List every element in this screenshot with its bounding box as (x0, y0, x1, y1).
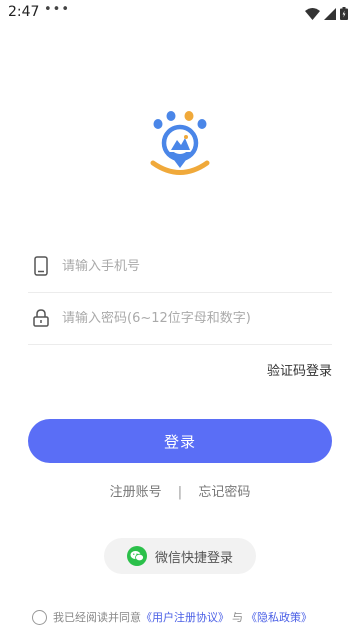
user-agreement-link[interactable]: 《用户注册协议》 (141, 609, 229, 625)
app-logo (148, 110, 212, 180)
account-links: 注册账号 | 忘记密码 (0, 481, 360, 500)
link-separator: | (177, 485, 183, 500)
wifi-icon (305, 5, 320, 24)
agreement-and: 与 (232, 611, 243, 624)
signal-icon (324, 5, 336, 24)
agreement-prefix: 我已经阅读并同意 (53, 611, 141, 624)
battery-icon (340, 5, 348, 24)
register-link[interactable]: 注册账号 (110, 485, 162, 500)
wechat-login-button[interactable]: 微信快捷登录 (104, 538, 256, 574)
status-bar: 2:47 ••• (0, 0, 360, 26)
privacy-policy-link[interactable]: 《隐私政策》 (246, 609, 312, 625)
login-button[interactable]: 登录 (28, 419, 332, 463)
wechat-login-label: 微信快捷登录 (154, 550, 233, 566)
status-icons (305, 5, 348, 24)
phone-field-row (28, 240, 332, 293)
notification-dots: ••• (44, 2, 71, 17)
sms-code-login-link[interactable]: 验证码登录 (267, 360, 332, 379)
agreement-row: 我已经阅读并同意 《用户注册协议》 与 《隐私政策》 (32, 609, 352, 625)
password-field-row (28, 292, 332, 345)
phone-icon (30, 255, 52, 277)
status-time: 2:47 (8, 4, 40, 20)
agreement-checkbox[interactable] (32, 609, 47, 625)
lock-icon (30, 307, 52, 329)
password-input[interactable] (62, 310, 322, 326)
wechat-icon (126, 546, 147, 566)
phone-input[interactable] (62, 258, 322, 274)
forgot-password-link[interactable]: 忘记密码 (198, 485, 250, 500)
